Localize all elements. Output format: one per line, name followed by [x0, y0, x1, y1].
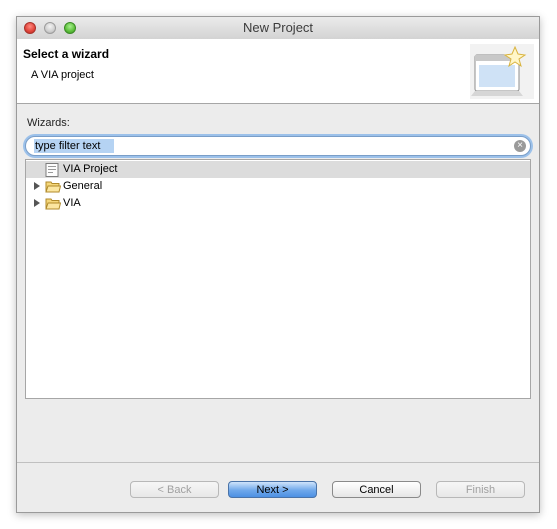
tree-item-label: General	[63, 180, 103, 192]
banner-title: Select a wizard	[23, 47, 110, 61]
project-file-icon	[45, 163, 59, 177]
window-title: New Project	[242, 20, 314, 35]
folder-icon	[45, 198, 61, 210]
next-button[interactable]: Next >	[228, 481, 317, 498]
finish-button[interactable]: Finish	[436, 481, 525, 498]
cancel-button[interactable]: Cancel	[332, 481, 421, 498]
expand-arrow-icon[interactable]	[34, 199, 40, 207]
wizards-label: Wizards:	[27, 117, 70, 129]
tree-item-label: VIA	[63, 197, 81, 209]
new-project-dialog: New Project Select a wizard A VIA projec…	[16, 16, 540, 513]
banner-description: A VIA project	[31, 69, 94, 81]
tree-item-label: VIA Project	[63, 163, 118, 175]
wizard-icon	[470, 44, 534, 99]
clear-filter-icon[interactable]: ×	[514, 140, 526, 152]
folder-icon	[45, 181, 61, 193]
back-button[interactable]: < Back	[130, 481, 219, 498]
tree-item-via-project[interactable]: VIA Project	[26, 161, 530, 178]
wizard-tree[interactable]: VIA Project General VIA	[25, 159, 531, 399]
tree-item-general[interactable]: General	[26, 178, 530, 195]
expand-arrow-icon[interactable]	[34, 182, 40, 190]
title-bar[interactable]: New Project	[17, 17, 539, 40]
button-bar-divider	[17, 462, 539, 463]
wizard-banner: Select a wizard A VIA project	[17, 39, 539, 104]
tree-item-via[interactable]: VIA	[26, 195, 530, 212]
filter-input[interactable]	[35, 139, 505, 153]
filter-field[interactable]: ×	[25, 136, 531, 156]
